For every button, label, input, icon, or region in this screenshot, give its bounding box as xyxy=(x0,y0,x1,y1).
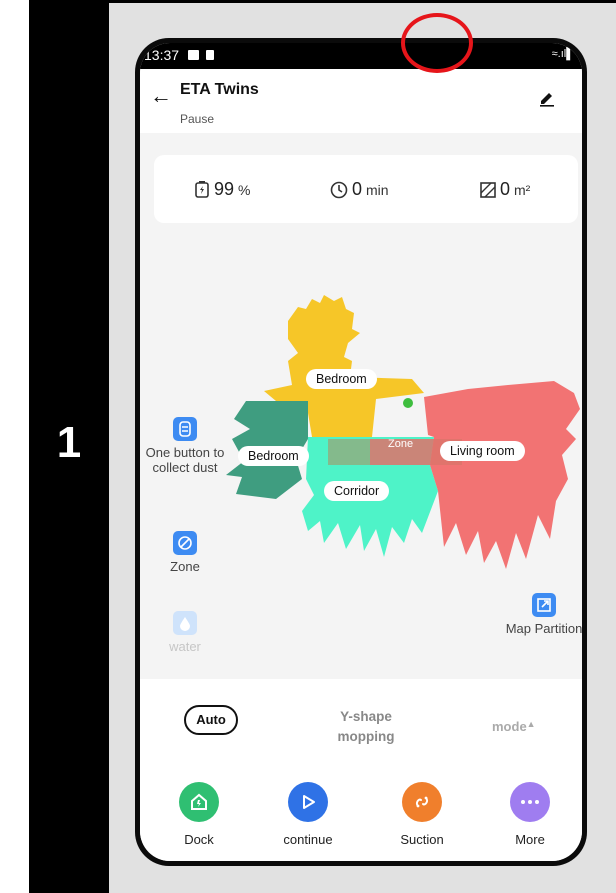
map-label-bedroom-top[interactable]: Bedroom xyxy=(306,369,377,389)
more-icon xyxy=(510,782,550,822)
battery-value: 99 xyxy=(214,179,235,199)
signal-icon: ≈.ıl▌ xyxy=(551,48,574,60)
map-room-living xyxy=(424,381,580,569)
more-label: More xyxy=(515,832,545,847)
zone-label: Zone xyxy=(170,559,200,574)
stats-card: 99 % 0 min 0 m² xyxy=(154,155,578,223)
dock-label: Dock xyxy=(184,832,214,847)
more-button[interactable]: More xyxy=(490,782,570,847)
highlight-circle xyxy=(401,13,473,73)
map-partition-button[interactable]: Map Partition xyxy=(504,593,582,636)
app-screen: 13:37 ≈.ıl▌ ← ETA Twins Pause 99 % 0 min… xyxy=(140,43,582,861)
continue-label: continue xyxy=(283,832,333,847)
map-partition-icon xyxy=(532,593,556,617)
collect-dust-button[interactable]: One button to collect dust xyxy=(140,417,230,475)
continue-button[interactable]: continue xyxy=(268,782,348,847)
dock-button[interactable]: Dock xyxy=(159,782,239,847)
battery-unit: % xyxy=(238,182,251,198)
link-icon xyxy=(402,782,442,822)
water-label: water xyxy=(169,639,201,654)
water-drop-icon xyxy=(173,611,197,635)
clipboard-icon xyxy=(206,50,214,60)
home-icon xyxy=(179,782,219,822)
battery-icon xyxy=(195,181,209,198)
map-label-living-room[interactable]: Living room xyxy=(440,441,525,461)
zone-icon xyxy=(173,531,197,555)
area-value: 0 xyxy=(500,179,511,199)
collect-dust-label: One button to collect dust xyxy=(145,445,225,475)
suction-label: Suction xyxy=(400,832,444,847)
step-number: 1 xyxy=(56,418,82,467)
device-status: Pause xyxy=(180,112,215,126)
page-title: ETA Twins xyxy=(180,81,259,98)
dust-bin-icon xyxy=(173,417,197,441)
robot-marker xyxy=(403,398,413,408)
area-stat: 0 m² xyxy=(480,179,530,200)
play-icon xyxy=(288,782,328,822)
mode-label: mode xyxy=(492,719,527,734)
control-panel: Auto Y-shape mopping mode▲ Dock continue… xyxy=(140,679,582,861)
map-partition-label: Map Partition xyxy=(505,621,582,636)
map-label-corridor[interactable]: Corridor xyxy=(324,481,390,501)
time-stat: 0 min xyxy=(330,179,389,200)
back-arrow-icon[interactable]: ← xyxy=(150,83,172,109)
area-icon xyxy=(480,181,496,198)
time-unit: min xyxy=(366,182,389,198)
map-label-zone[interactable]: Zone xyxy=(378,435,423,453)
status-bar: 13:37 ≈.ıl▌ xyxy=(140,43,582,69)
water-button[interactable]: water xyxy=(140,611,230,654)
gallery-icon xyxy=(188,50,199,60)
mopping-mode-button[interactable]: Y-shape mopping xyxy=(316,707,416,747)
status-time: 13:37 xyxy=(144,47,180,63)
edit-icon[interactable] xyxy=(538,89,556,107)
battery-stat: 99 % xyxy=(194,179,250,200)
auto-mode-button[interactable]: Auto xyxy=(184,705,238,735)
area-unit: m² xyxy=(514,182,531,198)
zone-button[interactable]: Zone xyxy=(140,531,230,574)
time-value: 0 xyxy=(352,179,363,199)
mode-selector[interactable]: mode▲ xyxy=(492,719,536,734)
map-label-bedroom-left[interactable]: Bedroom xyxy=(238,446,309,466)
suction-button[interactable]: Suction xyxy=(382,782,462,847)
clock-icon xyxy=(330,181,348,198)
caret-up-icon: ▲ xyxy=(526,719,536,729)
app-header: ← ETA Twins Pause xyxy=(140,69,582,133)
